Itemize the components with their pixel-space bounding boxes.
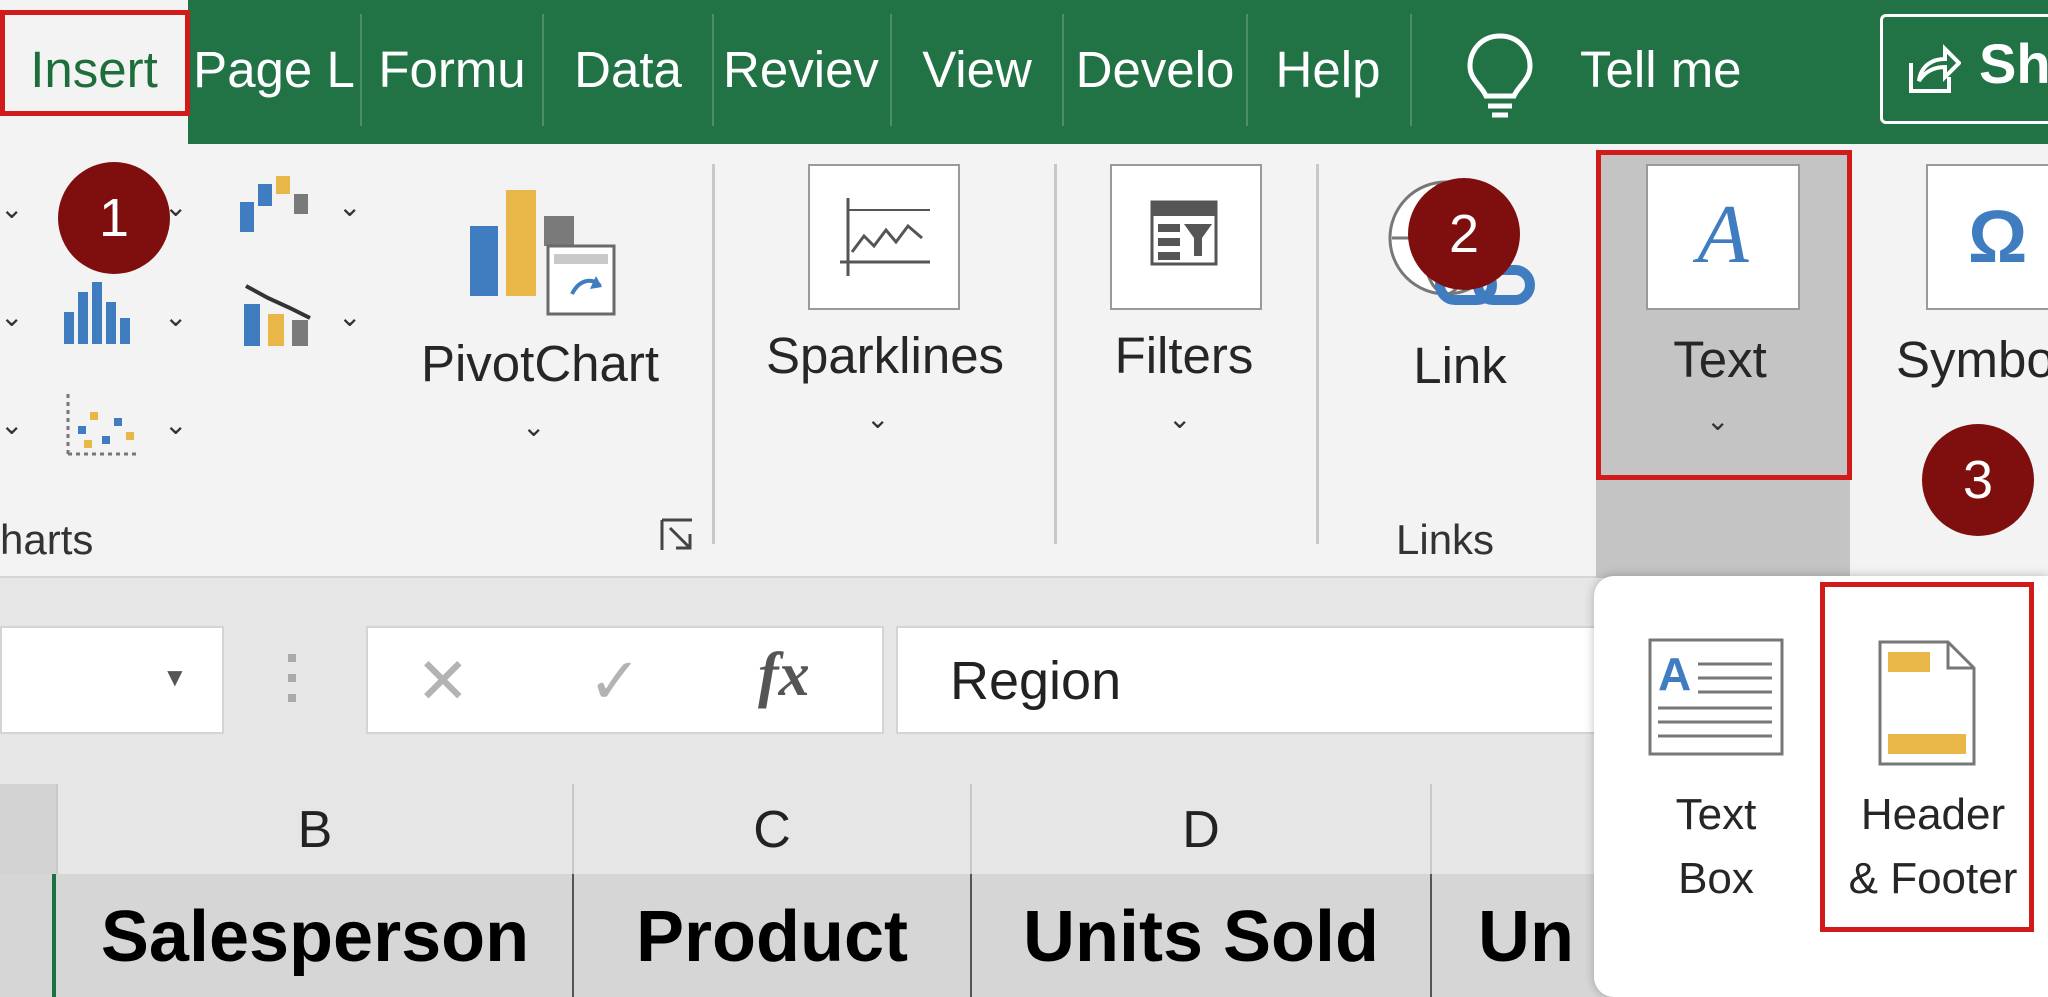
- tab-separator: [1410, 14, 1412, 126]
- waterfall-chart-icon[interactable]: [236, 172, 316, 238]
- scatter-chart-icon[interactable]: [64, 392, 140, 458]
- tab-review[interactable]: Reviev: [716, 0, 886, 144]
- cell-product[interactable]: Product: [574, 874, 972, 997]
- tab-formulas[interactable]: Formu: [364, 0, 540, 144]
- share-label: Sh: [1979, 32, 2048, 95]
- slicer-icon: [1150, 200, 1218, 266]
- sparklines-icon: [840, 198, 930, 276]
- chevron-down-icon[interactable]: ⌄: [0, 408, 23, 441]
- formula-value: Region: [950, 651, 1122, 711]
- filters-icon-box[interactable]: [1110, 164, 1262, 310]
- tab-page-layout[interactable]: Page L: [190, 0, 358, 144]
- name-box[interactable]: ▼: [0, 626, 224, 734]
- insert-function-button[interactable]: fx: [758, 640, 810, 711]
- link-label[interactable]: Link: [1380, 336, 1540, 395]
- cell-units-sold[interactable]: Units Sold: [972, 874, 1432, 997]
- dropdown-arrow-icon: ▼: [162, 662, 188, 692]
- enter-button[interactable]: ✓: [588, 644, 642, 719]
- group-separator: [712, 164, 715, 544]
- chevron-down-icon[interactable]: ⌄: [338, 300, 361, 333]
- pivotchart-icon[interactable]: [468, 186, 618, 322]
- tab-separator: [712, 14, 714, 126]
- share-button[interactable]: Sh: [1880, 14, 2048, 124]
- combo-chart-icon[interactable]: [238, 278, 318, 350]
- chevron-down-icon[interactable]: ⌄: [164, 300, 187, 333]
- tab-data[interactable]: Data: [546, 0, 710, 144]
- tab-separator: [542, 14, 544, 126]
- chevron-down-icon[interactable]: ⌄: [0, 300, 23, 333]
- sparklines-icon-box[interactable]: [808, 164, 960, 310]
- statistic-chart-icon[interactable]: [60, 278, 140, 348]
- cell-salesperson[interactable]: Salesperson: [58, 874, 574, 997]
- group-separator: [1054, 164, 1057, 544]
- share-icon: [1909, 44, 1961, 93]
- text-box-button[interactable]: A Text Box: [1604, 606, 1804, 906]
- tab-separator: [890, 14, 892, 126]
- lightbulb-icon: [1467, 33, 1533, 118]
- text-box-icon: A: [1648, 638, 1784, 756]
- resize-handle[interactable]: [288, 654, 296, 702]
- tab-help[interactable]: Help: [1250, 0, 1406, 144]
- text-box-label-line1: Text: [1675, 790, 1757, 839]
- step-badge-1: 1: [58, 162, 170, 274]
- highlight-header-footer: [1820, 582, 2034, 932]
- chevron-down-icon[interactable]: ⌄: [164, 408, 187, 441]
- chevron-down-icon[interactable]: ⌄: [338, 190, 361, 223]
- tab-separator: [1062, 14, 1064, 126]
- highlight-insert-tab: [0, 10, 190, 116]
- step-badge-3: 3: [1922, 424, 2034, 536]
- chevron-down-icon[interactable]: ⌄: [522, 410, 545, 443]
- omega-icon: Ω: [1968, 195, 2028, 278]
- svg-text:A: A: [1658, 648, 1691, 700]
- column-header-a[interactable]: [0, 784, 58, 874]
- step-badge-2: 2: [1408, 178, 1520, 290]
- tab-separator: [360, 14, 362, 126]
- column-header-b[interactable]: B: [58, 784, 574, 874]
- ribbon-tab-bar: Insert Page L Formu Data Reviev View Dev…: [0, 0, 2048, 144]
- tell-me-search[interactable]: Tell me: [1580, 0, 1790, 144]
- chevron-down-icon[interactable]: ⌄: [0, 192, 23, 225]
- chevron-down-icon[interactable]: ⌄: [1168, 402, 1191, 435]
- symbols-label[interactable]: Symbo: [1896, 330, 2048, 389]
- cancel-button[interactable]: ✕: [416, 644, 470, 719]
- sparklines-label[interactable]: Sparklines: [740, 326, 1030, 385]
- group-separator: [1316, 164, 1319, 544]
- formula-buttons: ✕ ✓ fx: [366, 626, 884, 734]
- pivotchart-label[interactable]: PivotChart: [400, 334, 680, 393]
- charts-group-label: harts: [0, 516, 94, 563]
- selected-cell[interactable]: [0, 874, 56, 997]
- links-group-label: Links: [1396, 516, 1495, 563]
- filters-label[interactable]: Filters: [1084, 326, 1284, 385]
- chevron-down-icon[interactable]: ⌄: [866, 402, 889, 435]
- dialog-launcher-icon[interactable]: [658, 516, 696, 554]
- column-header-d[interactable]: D: [972, 784, 1432, 874]
- text-box-label-line2: Box: [1678, 854, 1754, 903]
- tab-developer[interactable]: Develo: [1066, 0, 1244, 144]
- highlight-text-button: [1596, 150, 1852, 480]
- tab-separator: [1246, 14, 1248, 126]
- tab-view[interactable]: View: [894, 0, 1060, 144]
- symbols-icon-box[interactable]: Ω: [1926, 164, 2048, 310]
- column-header-c[interactable]: C: [574, 784, 972, 874]
